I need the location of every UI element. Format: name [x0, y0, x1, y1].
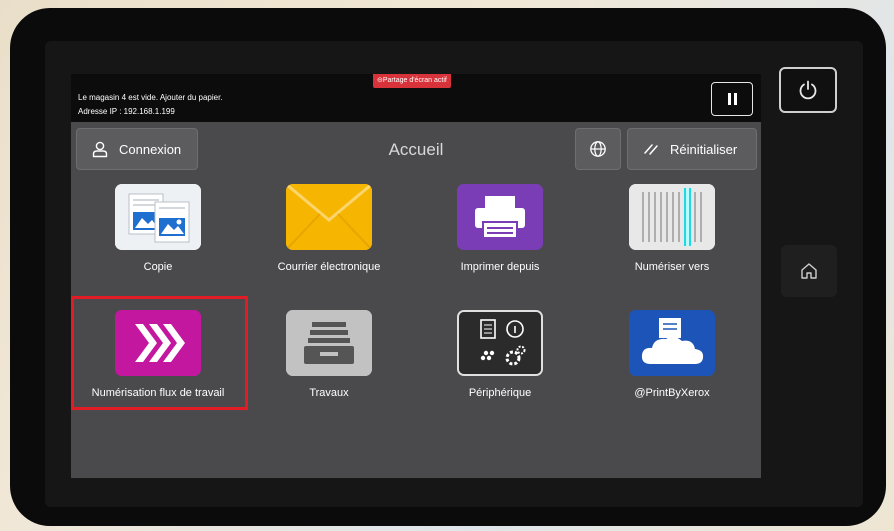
touch-screen: ⊝Partage d'écran actif Le magasin 4 est … [71, 74, 761, 478]
app-workflow-scanning[interactable]: Numérisation flux de travail [73, 310, 233, 430]
home-icon [801, 263, 817, 279]
home-button[interactable] [781, 245, 837, 297]
scan-icon [629, 184, 715, 250]
pause-icon [727, 93, 731, 105]
app-label: Périphérique [468, 387, 532, 399]
app-label: Numériser vers [634, 261, 710, 273]
page-title: Accueil [388, 140, 444, 159]
app-label: Travaux [309, 387, 349, 399]
device-settings-icon [457, 310, 543, 376]
screen-share-badge: ⊝Partage d'écran actif [373, 74, 451, 88]
copy-icon [115, 184, 201, 250]
pause-button[interactable] [711, 82, 753, 116]
app-scan-to[interactable]: Numériser vers [587, 184, 747, 304]
user-icon [92, 141, 108, 158]
home-header: Connexion Accueil Réinitialiser [71, 126, 761, 172]
app-printbyxerox[interactable]: @PrintByXerox [587, 310, 747, 430]
printer-icon [457, 184, 543, 250]
app-device[interactable]: Périphérique [415, 310, 575, 430]
app-label: Courrier électronique [277, 261, 381, 273]
app-label: Numérisation flux de travail [91, 387, 225, 399]
status-bar: ⊝Partage d'écran actif Le magasin 4 est … [71, 74, 761, 122]
app-label: Imprimer depuis [460, 261, 540, 273]
workflow-chevrons-icon [115, 310, 201, 376]
app-email[interactable]: Courrier électronique [244, 184, 404, 304]
reset-button[interactable]: Réinitialiser [627, 128, 757, 170]
jobs-tray-icon [286, 310, 372, 376]
globe-icon [590, 141, 606, 157]
power-button[interactable] [779, 67, 837, 113]
app-jobs[interactable]: Travaux [244, 310, 404, 430]
cloud-print-icon [629, 310, 715, 376]
language-button[interactable] [575, 128, 621, 170]
power-icon [799, 80, 817, 100]
login-button[interactable]: Connexion [76, 128, 198, 170]
reset-slash-icon [644, 144, 658, 155]
app-print-from[interactable]: Imprimer depuis [415, 184, 575, 304]
envelope-icon [286, 184, 372, 250]
ip-address: Adresse IP : 192.168.1.199 [78, 107, 175, 116]
app-copy[interactable]: Copie [73, 184, 233, 304]
reset-label: Réinitialiser [670, 141, 738, 157]
app-label: Copie [143, 261, 173, 273]
paper-tray-warning: Le magasin 4 est vide. Ajouter du papier… [78, 93, 223, 102]
login-label: Connexion [119, 141, 182, 157]
app-label: @PrintByXerox [634, 387, 710, 399]
